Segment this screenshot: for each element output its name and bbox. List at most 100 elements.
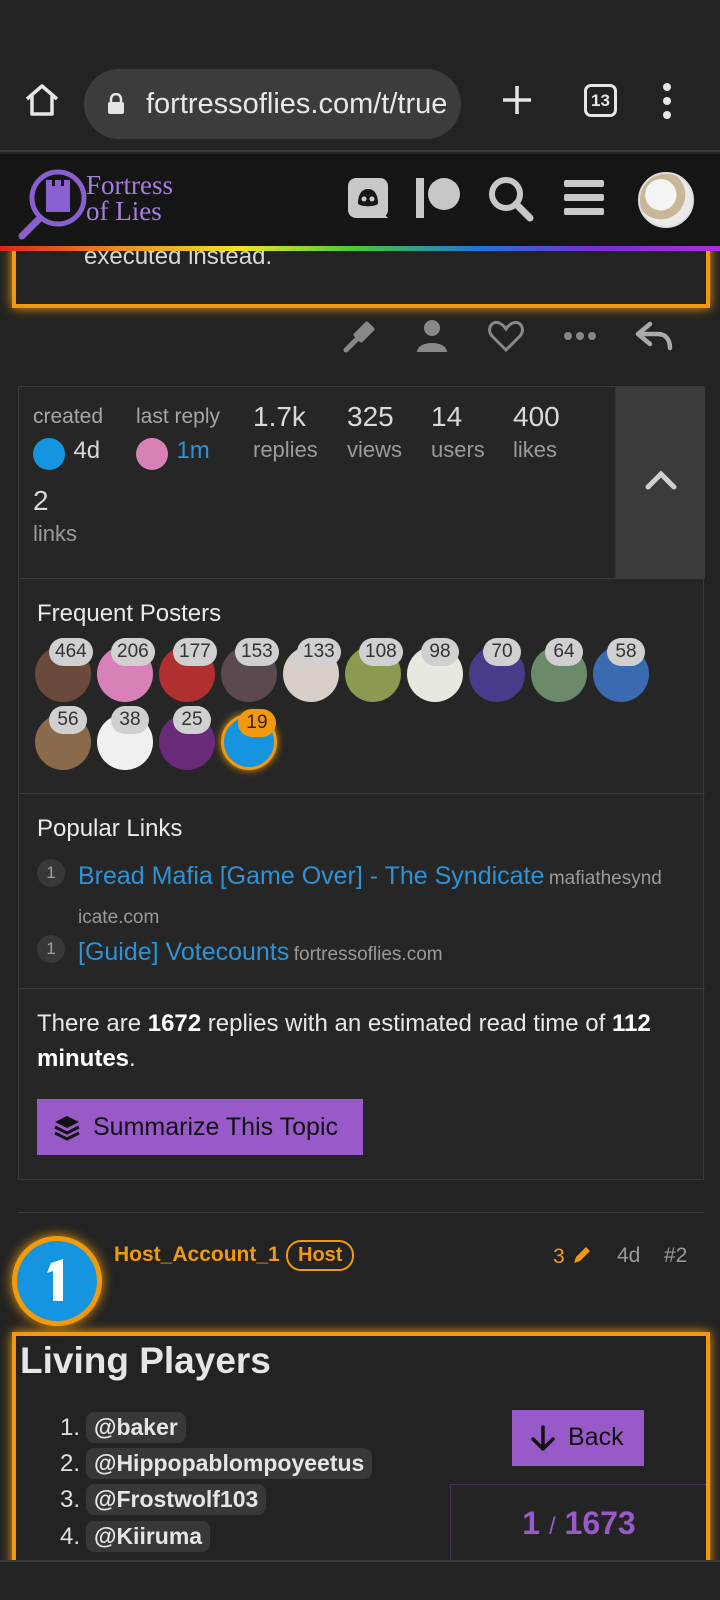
users-label: users: [431, 437, 485, 462]
summary-section: There are 1672 replies with an estimated…: [19, 990, 705, 1180]
search-icon[interactable]: [486, 174, 534, 222]
replies-label: replies: [253, 437, 318, 462]
stat-views: 325 views: [347, 401, 402, 463]
poster-post-count: 108: [359, 638, 403, 666]
new-tab-icon[interactable]: [500, 83, 534, 117]
topic-map: created 4d last reply 1m 1.7k replies 32…: [18, 386, 705, 1180]
last-reply-value[interactable]: 1m: [176, 437, 209, 464]
home-icon[interactable]: [22, 80, 62, 120]
rainbow-divider: [0, 246, 720, 251]
created-value: 4d: [73, 437, 101, 464]
post-age[interactable]: 4d: [617, 1244, 640, 1268]
summary-mid: replies with an estimated read time of: [201, 1010, 612, 1037]
poster-post-count: 153: [235, 638, 279, 666]
frequent-poster-avatar[interactable]: 108: [345, 638, 403, 702]
summarize-topic-button[interactable]: Summarize This Topic: [37, 1099, 363, 1155]
url-text: fortressoflies.com/t/true: [146, 88, 446, 120]
frequent-poster-avatar[interactable]: 177: [159, 638, 217, 702]
user-icon[interactable]: [412, 316, 452, 356]
more-options-icon[interactable]: [660, 82, 674, 120]
chevron-up-icon: [645, 470, 677, 490]
summary-pre: There are: [37, 1010, 148, 1037]
post-number[interactable]: #2: [664, 1244, 687, 1268]
site-header: Fortress of Lies: [0, 154, 720, 246]
replies-value: 1.7k: [253, 401, 306, 432]
stat-replies: 1.7k replies: [253, 401, 318, 463]
player-mention[interactable]: @Hippopablompoyeetus: [86, 1448, 373, 1479]
frequent-posters-title: Frequent Posters: [37, 600, 222, 627]
last-reply-avatar[interactable]: [136, 437, 168, 470]
frequent-poster-avatar[interactable]: 70: [469, 638, 525, 702]
frequent-poster-avatar[interactable]: 206: [97, 638, 155, 702]
back-button[interactable]: Back: [512, 1410, 644, 1466]
system-nav-bar: [0, 1560, 720, 1600]
likes-label: likes: [513, 437, 558, 462]
collapse-topic-map-button[interactable]: [615, 387, 705, 579]
tab-switcher-button[interactable]: 13: [584, 84, 617, 117]
poster-post-count: 25: [173, 706, 211, 734]
popular-link-1[interactable]: 1 Bread Mafia [Game Over] - The Syndicat…: [37, 857, 687, 938]
frequent-poster-avatar[interactable]: 25: [159, 706, 215, 770]
player-number: 3.: [60, 1486, 81, 1513]
player-mention[interactable]: @baker: [86, 1412, 186, 1443]
popular-links-section: Popular Links 1 Bread Mafia [Game Over] …: [19, 795, 705, 989]
frequent-posters-section: Frequent Posters 464 206 177 153 133 108 98 70 6…: [19, 580, 705, 794]
heart-icon[interactable]: [486, 316, 526, 356]
gavel-icon[interactable]: [340, 316, 380, 356]
link-domain-cont: icate.com: [78, 907, 160, 928]
logo-line-2: of Lies: [86, 196, 162, 226]
logo-line-1: Fortress: [86, 170, 173, 200]
stat-last-reply: last reply 1m: [136, 405, 220, 470]
poster-post-count: 58: [607, 638, 645, 666]
frequent-poster-avatar[interactable]: 19: [221, 709, 277, 770]
likes-value: 400: [513, 401, 560, 432]
link-title[interactable]: [Guide] Votecounts: [78, 938, 289, 966]
player-number: 1.: [60, 1414, 81, 1441]
site-logo-text[interactable]: Fortress of Lies: [86, 170, 173, 226]
post-actions: [0, 316, 720, 360]
link-title[interactable]: Bread Mafia [Game Over] - The Syndicate: [78, 862, 544, 890]
layers-icon: [54, 1116, 80, 1141]
frequent-poster-avatar[interactable]: 64: [531, 638, 587, 702]
frequent-poster-avatar[interactable]: 56: [35, 706, 91, 770]
player-mention[interactable]: @Frostwolf103: [86, 1484, 267, 1515]
edit-history[interactable]: 3: [553, 1244, 593, 1269]
status-bar: [0, 0, 720, 58]
reply-icon[interactable]: [634, 316, 674, 356]
player-mention[interactable]: @Kiiruma: [86, 1521, 211, 1552]
creator-avatar[interactable]: [33, 437, 65, 470]
created-label: created: [33, 405, 104, 428]
host-flair-badge: Host: [286, 1240, 355, 1271]
arrow-down-icon: [531, 1425, 555, 1451]
fortress-logo-icon[interactable]: [16, 164, 90, 240]
discord-icon[interactable]: [346, 174, 394, 222]
host-username[interactable]: Host_Account_1: [114, 1243, 280, 1267]
poster-post-count: 38: [111, 706, 149, 734]
frequent-poster-avatar[interactable]: 133: [283, 638, 341, 702]
poster-post-count: 19: [238, 709, 276, 737]
player-item: 3. @Frostwolf103: [60, 1484, 267, 1515]
progress-current: 1: [522, 1505, 541, 1541]
player-number: 4.: [60, 1523, 81, 1550]
host-avatar[interactable]: [12, 1236, 102, 1326]
poster-post-count: 56: [49, 706, 87, 734]
browser-toolbar: fortressoflies.com/t/true 13: [0, 58, 720, 152]
link-click-count: 1: [37, 859, 65, 887]
hamburger-menu-icon[interactable]: [560, 174, 608, 222]
stat-links: 2 links: [33, 485, 77, 547]
progress-total: 1673: [564, 1505, 636, 1541]
frequent-poster-avatar[interactable]: 98: [407, 638, 463, 702]
user-avatar[interactable]: [638, 172, 694, 228]
frequent-poster-avatar[interactable]: 58: [593, 638, 649, 702]
frequent-poster-avatar[interactable]: 153: [221, 638, 279, 702]
stat-likes: 400 likes: [513, 401, 560, 463]
more-icon[interactable]: [560, 316, 600, 356]
frequent-poster-avatar[interactable]: 464: [35, 638, 93, 702]
popular-link-2[interactable]: 1 [Guide] Votecounts fortressoflies.com: [37, 933, 687, 975]
frequent-poster-avatar[interactable]: 38: [97, 706, 153, 770]
read-time-summary: There are 1672 replies with an estimated…: [37, 1006, 677, 1076]
address-bar[interactable]: fortressoflies.com/t/true: [84, 69, 461, 139]
patreon-icon[interactable]: [414, 174, 462, 222]
poster-post-count: 64: [545, 638, 583, 666]
link-domain: mafiathesynd: [548, 868, 662, 889]
